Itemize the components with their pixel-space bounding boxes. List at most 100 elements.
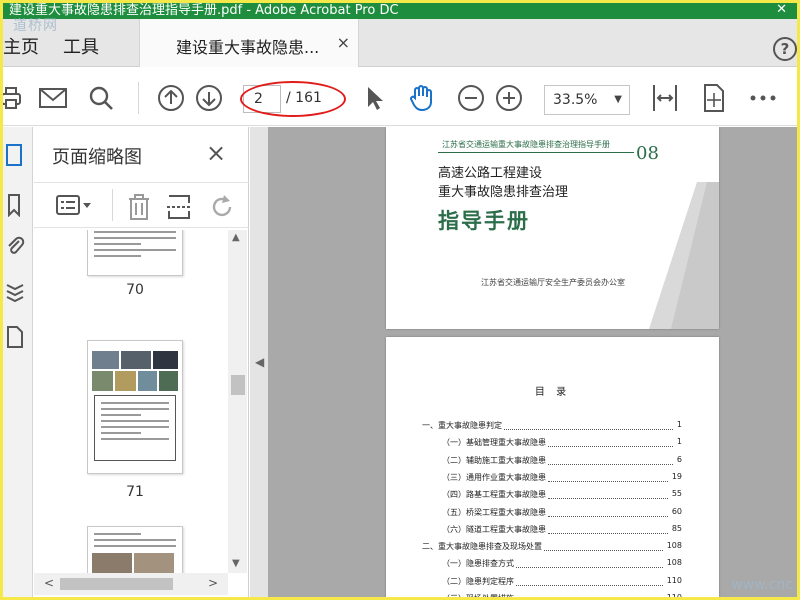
page-thumbnail-71[interactable] (87, 340, 183, 474)
help-icon[interactable]: ? (773, 37, 797, 61)
toc-entry-title: （二）隐患判定程序 (442, 576, 514, 586)
cover-organization: 江苏省交通运输厅安全生产委员会办公室 (481, 278, 625, 287)
more-options-icon[interactable] (749, 84, 777, 112)
toc-entry[interactable]: （二）隐患判定程序 110 (442, 576, 682, 587)
page-thumbnail-72[interactable] (87, 526, 183, 573)
toc-leader-dots (548, 463, 673, 465)
scroll-right-icon[interactable]: > (208, 576, 218, 590)
toc-entry-title: （三）现场处置措施 (442, 594, 514, 597)
title-bar: 建设重大事故隐患排查治理指导手册.pdf - Adobe Acrobat Pro… (3, 3, 797, 19)
previous-page-icon[interactable] (157, 84, 185, 112)
scroll-down-icon[interactable]: ▼ (232, 558, 240, 569)
toc-entry[interactable]: 二、重大事故隐患排查及现场处置 108 (422, 541, 682, 552)
toc-leader-dots (548, 446, 673, 448)
red-annotation-circle (240, 81, 346, 117)
toc-entry-title: 一、重大事故隐患判定 (422, 421, 502, 430)
cover-title-line1: 高速公路工程建设 (438, 166, 543, 181)
scrollbar-thumb[interactable] (60, 578, 173, 590)
thumbnail-page-label: 70 (126, 282, 144, 298)
toc-entry-title: （一）隐患排查方式 (442, 559, 514, 569)
watermark-logo: 道桥网 (13, 18, 58, 34)
toc-leader-dots (548, 515, 668, 517)
scroll-left-icon[interactable]: < (44, 576, 54, 590)
toc-entry-title: （四）路基工程重大事故隐患 (442, 490, 546, 500)
panel-collapse-handle[interactable]: ◀ (250, 127, 268, 597)
toc-leader-dots (548, 532, 668, 534)
cover-decorative-shape (649, 182, 719, 329)
toc-leader-dots (548, 498, 668, 500)
page-thumbnail-70[interactable] (87, 230, 183, 276)
thumbnails-vertical-scrollbar[interactable]: ▲ ▼ (228, 230, 247, 573)
toolbar-divider (138, 82, 139, 114)
toc-entry-page: 85 (671, 523, 682, 533)
next-page-icon[interactable] (195, 84, 223, 112)
toc-entry[interactable]: （一）基础管理重大事故隐患 1 (442, 437, 682, 448)
toc-entry-title: （三）通用作业重大事故隐患 (442, 472, 546, 482)
toc-entry[interactable]: （五）桥梁工程重大事故隐患 60 (442, 507, 682, 518)
tab-document[interactable]: 建设重大事故隐患... × (139, 19, 359, 67)
thumbnails-panel: 页面缩略图 × 70 71 ▲ ▼ < > (34, 127, 249, 597)
cover-number: 08 (636, 143, 659, 164)
cover-page: 江苏省交通运输重大事故隐患排查治理指导手册 08 高速公路工程建设 重大事故隐患… (386, 127, 719, 329)
toc-entry-page: 6 (676, 454, 682, 464)
acrobat-window: 建设重大事故隐患排查治理指导手册.pdf - Adobe Acrobat Pro… (3, 3, 797, 597)
full-screen-icon[interactable] (700, 84, 728, 112)
options-menu-icon[interactable] (56, 193, 91, 219)
delete-page-icon[interactable] (126, 193, 154, 220)
document-properties-icon[interactable] (5, 325, 27, 349)
tab-close-icon[interactable]: × (337, 33, 350, 52)
fit-width-icon[interactable] (651, 84, 679, 112)
toc-entry[interactable]: （四）路基工程重大事故隐患 55 (442, 489, 682, 500)
zoom-in-icon[interactable] (495, 84, 523, 112)
thumbnails-horizontal-scrollbar[interactable]: < > (34, 573, 228, 595)
toc-leader-dots (516, 584, 663, 586)
select-cursor-icon[interactable] (361, 84, 389, 112)
hand-tool-icon[interactable] (407, 84, 435, 112)
panel-toolbar-divider (112, 189, 113, 221)
thumbnails-panel-title: 页面缩略图 (52, 147, 142, 168)
page-thumbnails-icon[interactable] (5, 143, 27, 167)
tab-document-label: 建设重大事故隐患... (176, 38, 320, 57)
toc-page: 目 录 一、重大事故隐患判定 1 （一）基础管理重大事故隐患 1 （二）辅助施工重大事故… (386, 337, 719, 597)
thumbnail-page-label: 71 (126, 484, 144, 500)
toc-entry[interactable]: （三）通用作业重大事故隐患 19 (442, 472, 682, 483)
toc-entry-title: （五）桥梁工程重大事故隐患 (442, 507, 546, 517)
rotate-page-icon[interactable] (208, 193, 236, 219)
toc-entry[interactable]: （一）隐患排查方式 108 (442, 558, 682, 569)
panel-close-icon[interactable]: × (206, 139, 226, 167)
toc-entry-title: （一）基础管理重大事故隐患 (442, 438, 546, 448)
toolbar: 2 / 161 33.5% ▼ (3, 68, 797, 126)
window-close-icon[interactable]: ✕ (776, 3, 787, 18)
tab-tools[interactable]: 工具 (63, 33, 99, 59)
toc-entry-page: 1 (676, 420, 682, 429)
split-page-icon[interactable] (166, 193, 194, 219)
toc-entry-title: 二、重大事故隐患排查及现场处置 (422, 542, 542, 552)
zoom-level-value: 33.5% (553, 92, 598, 108)
toc-entry[interactable]: （六）隧道工程重大事故隐患 85 (442, 524, 682, 535)
document-viewer[interactable]: 江苏省交通运输重大事故隐患排查治理指导手册 08 高速公路工程建设 重大事故隐患… (268, 127, 797, 597)
toc-entry[interactable]: （二）辅助施工重大事故隐患 6 (442, 455, 682, 466)
toc-entry-page: 108 (666, 558, 682, 568)
toc-entry-page: 19 (671, 471, 682, 481)
tab-bar: 主页 工具 建设重大事故隐患... × ? (3, 19, 797, 67)
toc-entry[interactable]: 一、重大事故隐患判定 1 (422, 420, 682, 431)
toc-entry-page: 55 (671, 489, 682, 499)
toc-entry-page: 1 (676, 437, 682, 447)
zoom-out-icon[interactable] (457, 84, 485, 112)
toc-entry[interactable]: （三）现场处置措施 110 (442, 593, 682, 597)
print-icon[interactable] (3, 84, 25, 112)
scrollbar-thumb[interactable] (231, 375, 245, 395)
toc-heading: 目 录 (534, 387, 571, 398)
tab-home[interactable]: 主页 (3, 33, 39, 59)
attachments-icon[interactable] (5, 233, 27, 257)
toc-leader-dots (504, 429, 673, 430)
layers-icon[interactable] (5, 279, 27, 303)
zoom-level-select[interactable]: 33.5% ▼ (544, 85, 630, 115)
bookmarks-icon[interactable] (5, 193, 27, 218)
email-icon[interactable] (39, 84, 67, 112)
search-icon[interactable] (87, 84, 115, 112)
cover-title-line2: 重大事故隐患排查治理 (438, 185, 569, 200)
cover-header: 江苏省交通运输重大事故隐患排查治理指导手册 (442, 140, 610, 149)
chevron-down-icon: ▼ (614, 94, 622, 105)
scroll-up-icon[interactable]: ▲ (232, 232, 240, 243)
